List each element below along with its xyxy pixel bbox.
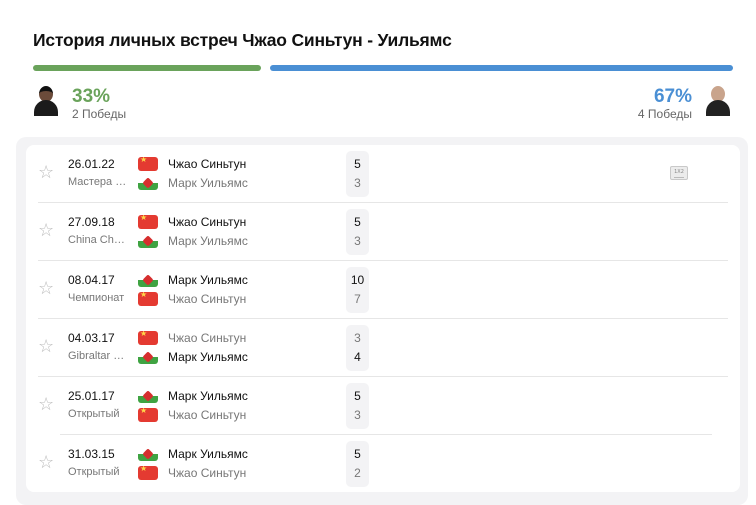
left-win-percent: 33% [72, 86, 111, 107]
player-one-score: 3 [354, 331, 361, 345]
score-box: 5 3 [346, 383, 369, 429]
player-one-score: 5 [354, 447, 361, 461]
tournament-name: Gibraltar Open [68, 350, 128, 362]
tournament-name: Открытый [68, 408, 120, 420]
player-one-score: 5 [354, 389, 361, 403]
odds-icon[interactable]: 1X2 [670, 166, 688, 180]
player-one-name: Чжао Синьтун [168, 215, 247, 229]
player-one-score: 10 [350, 273, 365, 287]
player-two-score: 3 [354, 408, 361, 422]
china-flag-icon [138, 331, 158, 345]
player-two-score: 4 [354, 350, 361, 364]
left-wins-count: 2 Победы [72, 107, 127, 121]
favorite-star-icon[interactable]: ☆ [38, 280, 56, 298]
favorite-star-icon[interactable]: ☆ [38, 454, 56, 472]
match-row[interactable]: ☆ 27.09.18 China Championship Чжао Синьт… [38, 203, 728, 261]
wales-flag-icon [138, 176, 158, 190]
player-two-name: Марк Уильямс [168, 350, 248, 364]
player-two-name: Чжао Синьтун [168, 466, 247, 480]
wales-flag-icon [138, 273, 158, 287]
player-one-score: 5 [354, 157, 361, 171]
match-row[interactable]: ☆ 31.03.15 Открытый Марк Уильямс Чжао Си… [38, 435, 728, 493]
score-box: 3 4 [346, 325, 369, 371]
player-one-score: 5 [354, 215, 361, 229]
right-wins-count: 4 Победы [637, 107, 692, 121]
tournament-name: Открытый [68, 466, 120, 478]
tournament-name: Чемпионат [68, 292, 125, 304]
match-date: 27.09.18 [68, 215, 115, 229]
china-flag-icon [138, 292, 158, 306]
match-row[interactable]: ☆ 25.01.17 Открытый Марк Уильямс Чжао Си… [38, 377, 728, 435]
tournament-name: China Championship [68, 234, 128, 246]
favorite-star-icon[interactable]: ☆ [38, 396, 56, 414]
china-flag-icon [138, 157, 158, 171]
score-box: 5 3 [346, 209, 369, 255]
china-flag-icon [138, 215, 158, 229]
page-title: История личных встреч Чжао Синьтун - Уил… [33, 30, 452, 50]
player-two-name: Чжао Синьтун [168, 292, 247, 306]
right-win-share-bar [270, 65, 733, 71]
score-box: 5 3 [346, 151, 369, 197]
player-one-name: Чжао Синьтун [168, 157, 247, 171]
match-date: 26.01.22 [68, 157, 115, 171]
player-two-name: Марк Уильямс [168, 176, 248, 190]
match-date: 25.01.17 [68, 389, 115, 403]
avatar-body [34, 100, 58, 116]
player-two-name: Чжао Синьтун [168, 408, 247, 422]
wales-flag-icon [138, 447, 158, 461]
match-row[interactable]: ☆ 26.01.22 Мастера Германии Чжао Синьтун… [38, 145, 728, 203]
player-two-name: Марк Уильямс [168, 234, 248, 248]
player-two-score: 2 [354, 466, 361, 480]
player-right-avatar[interactable] [705, 86, 731, 116]
player-two-score: 7 [354, 292, 361, 306]
player-one-name: Марк Уильямс [168, 389, 248, 403]
score-box: 5 2 [346, 441, 369, 487]
china-flag-icon [138, 466, 158, 480]
wales-flag-icon [138, 350, 158, 364]
china-flag-icon [138, 408, 158, 422]
wales-flag-icon [138, 234, 158, 248]
wales-flag-icon [138, 389, 158, 403]
match-date: 08.04.17 [68, 273, 115, 287]
row-divider [60, 434, 712, 435]
favorite-star-icon[interactable]: ☆ [38, 164, 56, 182]
player-two-score: 3 [354, 176, 361, 190]
player-one-name: Марк Уильямс [168, 273, 248, 287]
player-one-name: Чжао Синьтун [168, 331, 247, 345]
match-date: 31.03.15 [68, 447, 115, 461]
tournament-name: Мастера Германии [68, 176, 128, 188]
match-date: 04.03.17 [68, 331, 115, 345]
player-one-name: Марк Уильямс [168, 447, 248, 461]
left-win-share-bar [33, 65, 261, 71]
match-row[interactable]: ☆ 04.03.17 Gibraltar Open Чжао Синьтун М… [38, 319, 728, 377]
player-left-avatar[interactable] [33, 86, 59, 116]
right-win-percent: 67% [653, 86, 692, 107]
favorite-star-icon[interactable]: ☆ [38, 222, 56, 240]
match-row[interactable]: ☆ 08.04.17 Чемпионат Марк Уильямс Чжао С… [38, 261, 728, 319]
player-two-score: 3 [354, 234, 361, 248]
score-box: 10 7 [346, 267, 369, 313]
avatar-body [706, 100, 730, 116]
favorite-star-icon[interactable]: ☆ [38, 338, 56, 356]
